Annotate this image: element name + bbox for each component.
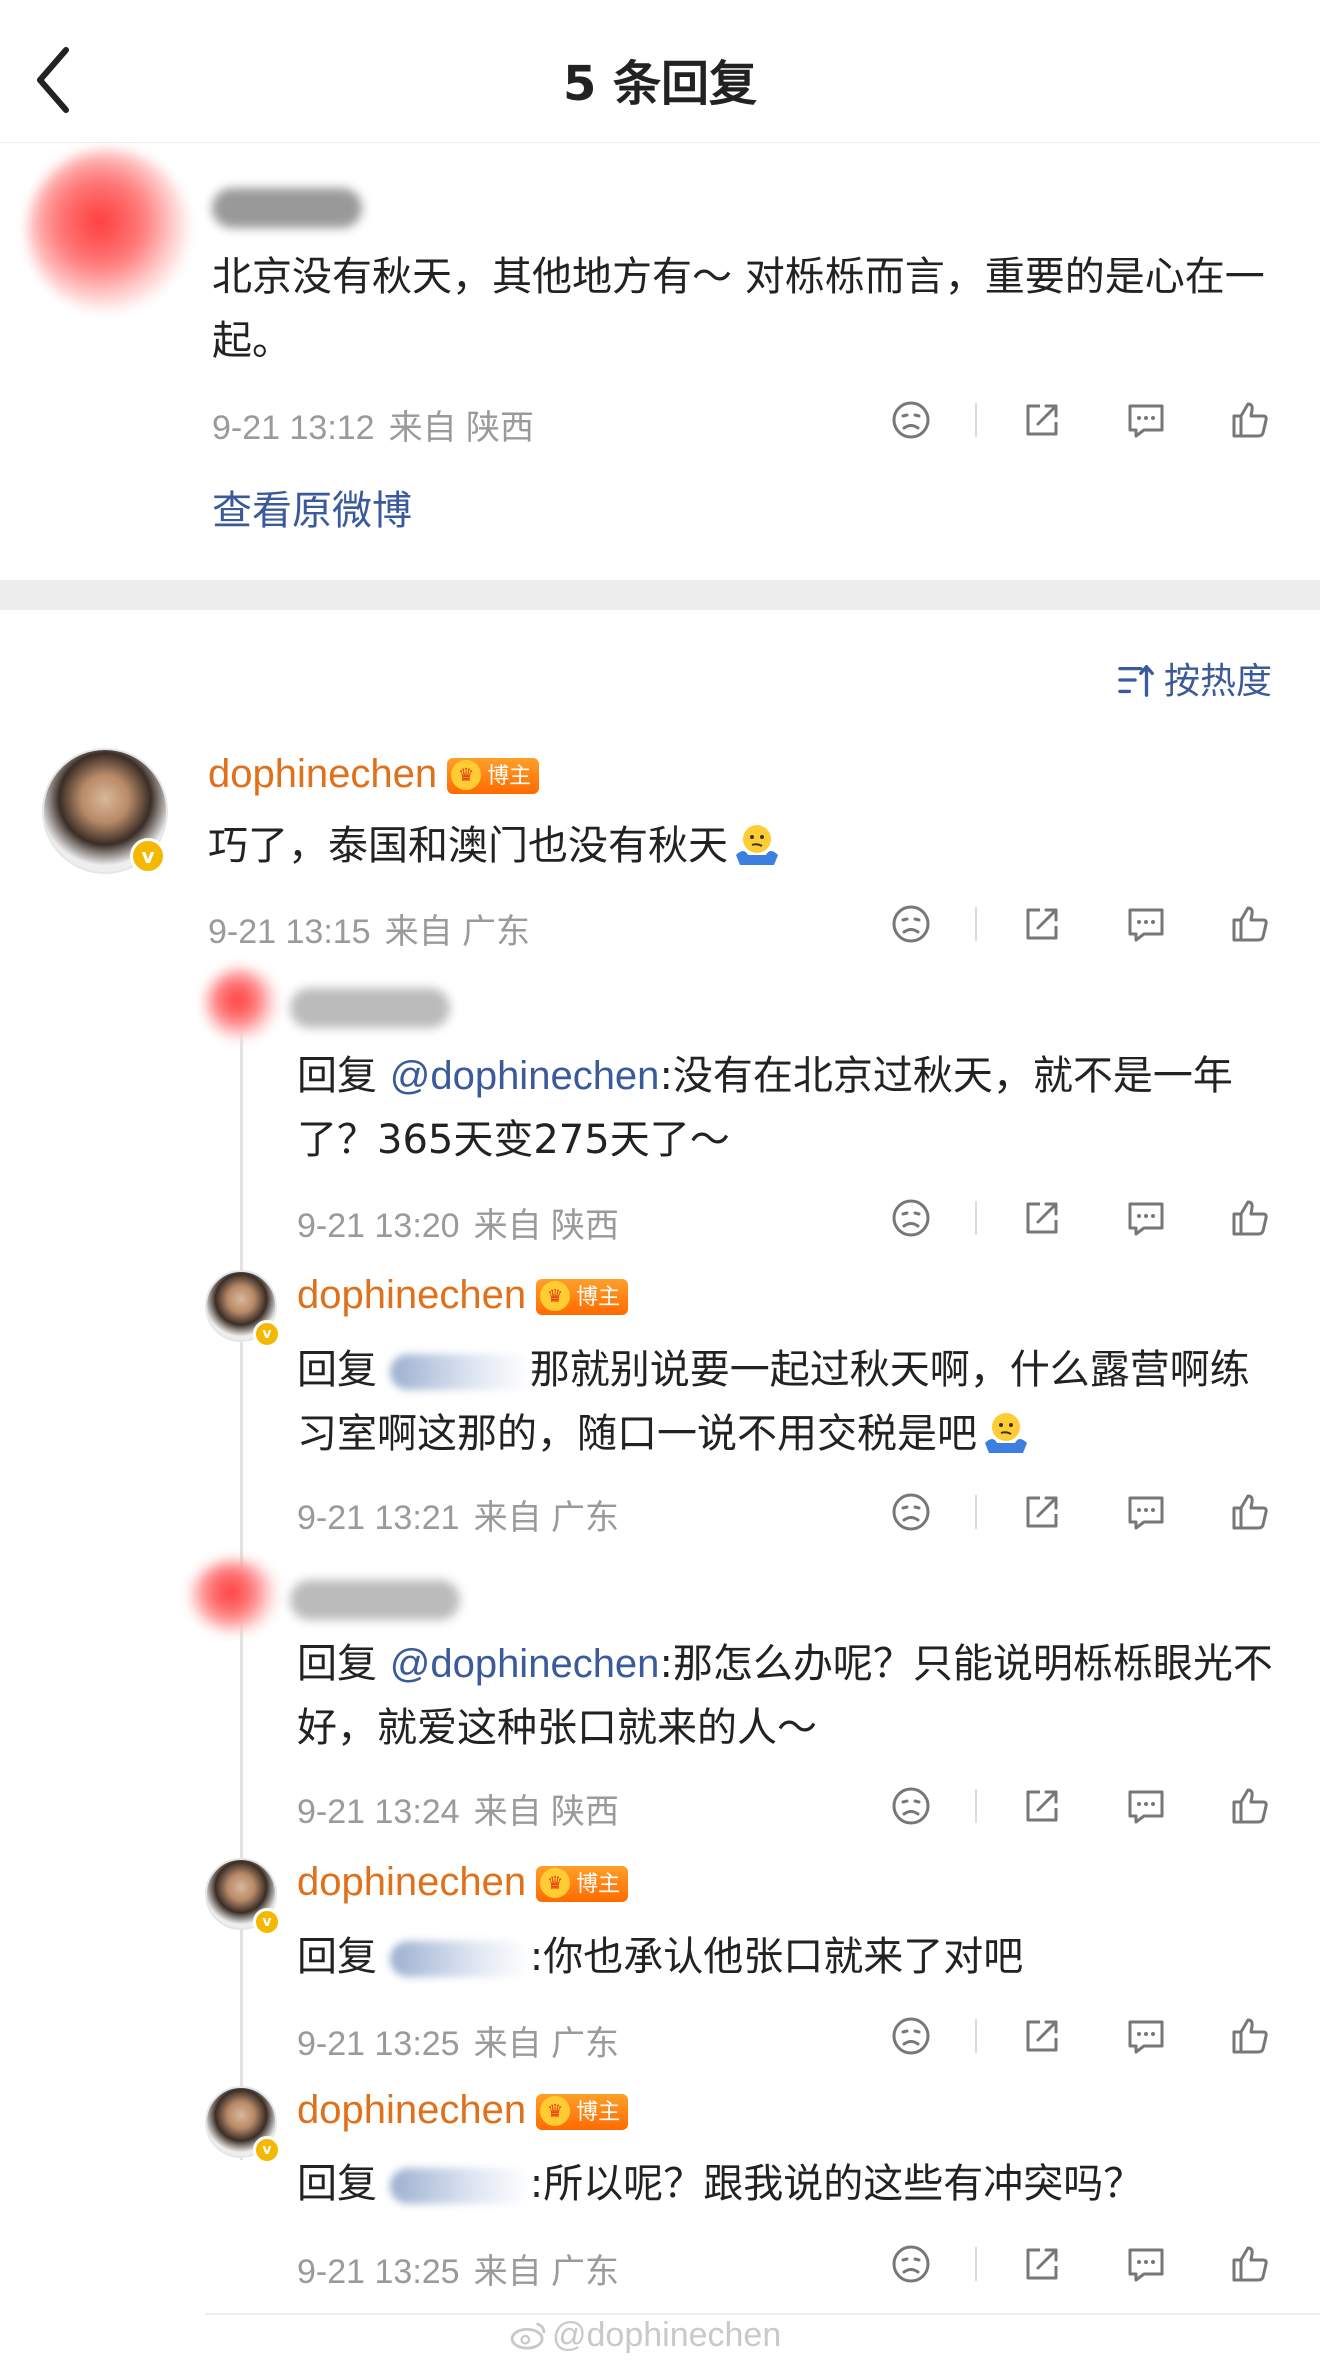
share-icon[interactable] bbox=[1020, 902, 1064, 946]
comment-icon[interactable] bbox=[1124, 1490, 1168, 1534]
action-divider bbox=[975, 2247, 977, 2281]
main-time: 9-21 13:15 bbox=[208, 913, 371, 951]
like-icon[interactable] bbox=[1228, 2014, 1272, 2058]
share-icon[interactable] bbox=[1020, 2242, 1064, 2286]
verified-badge-icon: v bbox=[253, 1320, 281, 1348]
like-icon[interactable] bbox=[1228, 1196, 1272, 1240]
action-divider bbox=[975, 2019, 977, 2053]
mention-blurred[interactable] bbox=[389, 1941, 530, 1977]
action-divider bbox=[975, 1495, 977, 1529]
crown-icon: ♛ bbox=[540, 1281, 571, 1312]
weibo-logo-icon bbox=[510, 2322, 546, 2350]
reply-5-text: 回复 :所以呢？跟我说的这些有冲突吗？ bbox=[297, 2161, 1144, 2207]
sort-label: 按热度 bbox=[1164, 661, 1273, 702]
reply-4-meta: 9-21 13:25 来自 广东 bbox=[297, 2025, 620, 2063]
like-icon[interactable] bbox=[1228, 398, 1272, 442]
reply-1-text: 回复 @dophinechen:没有在北京过秋天，就不是一年了？365天变275… bbox=[297, 1053, 1233, 1163]
dislike-icon[interactable] bbox=[889, 1784, 933, 1828]
reply-username-blurred[interactable] bbox=[290, 988, 450, 1028]
footer-divider bbox=[205, 2313, 1320, 2315]
reply-1-meta: 9-21 13:20 来自 陕西 bbox=[297, 1207, 620, 1245]
reply-3-text: 回复 @dophinechen:那怎么办呢？只能说明栎栎眼光不好，就爱这种张口就… bbox=[297, 1641, 1273, 1751]
mention-link[interactable]: @dophinechen bbox=[390, 1054, 660, 1098]
verified-badge-icon: v bbox=[253, 2136, 281, 2164]
reply-5-meta: 9-21 13:25 来自 广东 bbox=[297, 2253, 620, 2291]
mention-blurred[interactable] bbox=[389, 2168, 530, 2204]
blogger-badge: ♛ 博主 bbox=[447, 758, 540, 795]
shrug-emoji-icon bbox=[734, 821, 780, 867]
share-icon[interactable] bbox=[1020, 1784, 1064, 1828]
dislike-icon[interactable] bbox=[889, 1490, 933, 1534]
reply-username[interactable]: dophinechen ♛ 博主 bbox=[297, 2088, 629, 2133]
main-comment-body: 巧了，泰国和澳门也没有秋天 bbox=[208, 823, 728, 869]
like-icon[interactable] bbox=[1228, 2242, 1272, 2286]
original-time: 9-21 13:12 bbox=[212, 409, 375, 447]
mention-link[interactable]: @dophinechen bbox=[390, 1642, 660, 1686]
share-icon[interactable] bbox=[1020, 1196, 1064, 1240]
action-divider bbox=[975, 403, 977, 437]
badge-label: 博主 bbox=[487, 763, 532, 789]
main-source: 来自 广东 bbox=[384, 913, 531, 951]
reply-username-blurred[interactable] bbox=[290, 1580, 460, 1620]
reply-3-meta: 9-21 13:24 来自 陕西 bbox=[297, 1793, 620, 1831]
like-icon[interactable] bbox=[1228, 1784, 1272, 1828]
reply-avatar-blurred[interactable] bbox=[205, 968, 277, 1040]
crown-icon: ♛ bbox=[540, 1868, 571, 1899]
dislike-icon[interactable] bbox=[889, 1196, 933, 1240]
reply-4-text: 回复 :你也承认他张口就来了对吧 bbox=[297, 1934, 1024, 1980]
reply-2-text: 回复 那就别说要一起过秋天啊，什么露营啊练习室啊这那的，随口一说不用交税是吧 bbox=[297, 1347, 1250, 1457]
verified-badge-icon: v bbox=[253, 1908, 281, 1936]
dislike-icon[interactable] bbox=[889, 398, 933, 442]
action-divider bbox=[975, 907, 977, 941]
reply-avatar-blurred[interactable] bbox=[190, 1560, 280, 1632]
original-avatar[interactable] bbox=[28, 150, 188, 310]
dislike-icon[interactable] bbox=[889, 902, 933, 946]
top-bar: 5 条回复 bbox=[0, 0, 1320, 143]
main-username-text: dophinechen bbox=[208, 752, 438, 796]
main-meta: 9-21 13:15 来自 广东 bbox=[208, 904, 530, 953]
watermark: @dophinechen bbox=[510, 2316, 781, 2355]
crown-icon: ♛ bbox=[451, 760, 482, 791]
blogger-badge: ♛ 博主 bbox=[536, 2094, 629, 2131]
verified-badge-icon: v bbox=[130, 838, 166, 874]
comment-icon[interactable] bbox=[1124, 398, 1168, 442]
blogger-badge: ♛ 博主 bbox=[536, 1866, 629, 1903]
dislike-icon[interactable] bbox=[889, 2014, 933, 2058]
main-username[interactable]: dophinechen ♛ 博主 bbox=[208, 752, 540, 797]
share-icon[interactable] bbox=[1020, 398, 1064, 442]
comment-icon[interactable] bbox=[1124, 1784, 1168, 1828]
original-comment-text: 北京没有秋天，其他地方有～ 对栎栎而言，重要的是心在一起。 bbox=[212, 254, 1265, 364]
share-icon[interactable] bbox=[1020, 1490, 1064, 1534]
mention-blurred[interactable] bbox=[389, 1354, 530, 1390]
main-comment-text: 巧了，泰国和澳门也没有秋天 bbox=[208, 814, 1268, 878]
sort-icon bbox=[1118, 665, 1154, 697]
original-meta: 9-21 13:12 来自 陕西 bbox=[212, 400, 534, 449]
like-icon[interactable] bbox=[1228, 1490, 1272, 1534]
action-divider bbox=[975, 1789, 977, 1823]
view-original-link[interactable]: 查看原微博 bbox=[212, 478, 412, 536]
crown-icon: ♛ bbox=[540, 2096, 571, 2127]
sort-toggle[interactable]: 按热度 bbox=[1118, 652, 1272, 704]
original-username-blurred[interactable] bbox=[212, 188, 362, 228]
shrug-emoji-icon bbox=[983, 1409, 1029, 1455]
comment-icon[interactable] bbox=[1124, 902, 1168, 946]
blogger-badge: ♛ 博主 bbox=[536, 1279, 629, 1316]
comment-icon[interactable] bbox=[1124, 2014, 1168, 2058]
original-source: 来自 陕西 bbox=[388, 409, 535, 447]
reply-2-meta: 9-21 13:21 来自 广东 bbox=[297, 1499, 620, 1537]
dislike-icon[interactable] bbox=[889, 2242, 933, 2286]
page-title: 5 条回复 bbox=[562, 56, 758, 112]
comment-icon[interactable] bbox=[1124, 1196, 1168, 1240]
action-divider bbox=[975, 1201, 977, 1235]
reply-username[interactable]: dophinechen ♛ 博主 bbox=[297, 1273, 629, 1318]
reply-username[interactable]: dophinechen ♛ 博主 bbox=[297, 1860, 629, 1905]
comment-icon[interactable] bbox=[1124, 2242, 1168, 2286]
share-icon[interactable] bbox=[1020, 2014, 1064, 2058]
section-separator bbox=[0, 580, 1320, 610]
like-icon[interactable] bbox=[1228, 902, 1272, 946]
